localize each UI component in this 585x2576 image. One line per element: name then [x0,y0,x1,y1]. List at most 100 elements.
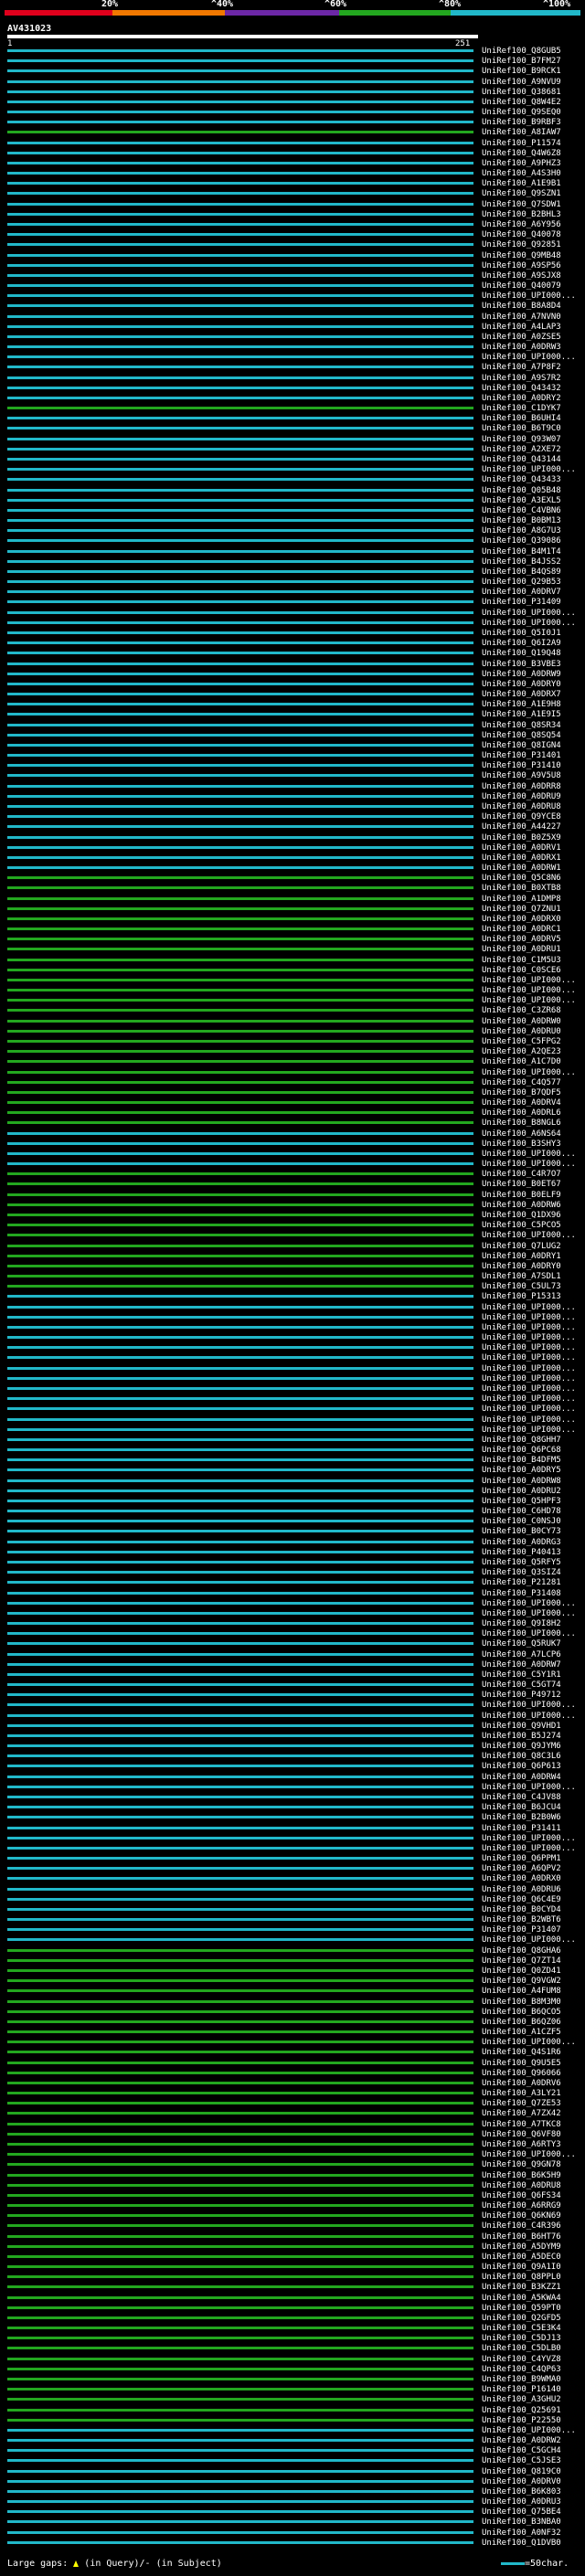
hit-label[interactable]: UniRef100_UPI000... [482,1629,576,1638]
hit-label[interactable]: UniRef100_Q8C3L6 [482,1752,561,1761]
hit-bar[interactable] [7,550,473,553]
hit-label[interactable]: UniRef100_A0DRW8 [482,1477,561,1486]
hit-bar[interactable] [7,1111,473,1114]
hit-label[interactable]: UniRef100_A9NVU9 [482,78,561,87]
hit-label[interactable]: UniRef100_C5GT74 [482,1680,561,1690]
hit-label[interactable]: UniRef100_B0CY73 [482,1527,561,1536]
hit-bar[interactable] [7,1275,473,1277]
hit-label[interactable]: UniRef100_B8A8D4 [482,302,561,311]
hit-label[interactable]: UniRef100_Q40078 [482,230,561,239]
hit-label[interactable]: UniRef100_A0DRW1 [482,864,561,873]
hit-bar[interactable] [7,1693,473,1696]
hit-label[interactable]: UniRef100_A0DRY2 [482,394,561,403]
hit-bar[interactable] [7,1255,473,1257]
hit-bar[interactable] [7,213,473,216]
hit-bar[interactable] [7,1989,473,1992]
hit-bar[interactable] [7,59,473,62]
hit-bar[interactable] [7,111,473,113]
hit-label[interactable]: UniRef100_A0DRW4 [482,1773,561,1782]
hit-bar[interactable] [7,2194,473,2197]
hit-bar[interactable] [7,2419,473,2422]
hit-bar[interactable] [7,754,473,757]
hit-bar[interactable] [7,1724,473,1727]
hit-bar[interactable] [7,917,473,920]
hit-label[interactable]: UniRef100_C5E3K4 [482,2324,561,2333]
hit-bar[interactable] [7,2030,473,2033]
hit-bar[interactable] [7,407,473,409]
hit-bar[interactable] [7,121,473,123]
hit-bar[interactable] [7,2123,473,2125]
hit-bar[interactable] [7,1448,473,1451]
hit-bar[interactable] [7,1285,473,1288]
hit-bar[interactable] [7,1888,473,1891]
hit-bar[interactable] [7,2531,473,2534]
hit-bar[interactable] [7,387,473,389]
hit-label[interactable]: UniRef100_Q6FS34 [482,2191,561,2200]
hit-label[interactable]: UniRef100_P31401 [482,751,561,760]
hit-bar[interactable] [7,1091,473,1094]
hit-bar[interactable] [7,1336,473,1339]
hit-bar[interactable] [7,2541,473,2544]
hit-label[interactable]: UniRef100_Q9U5E5 [482,2059,561,2068]
hit-label[interactable]: UniRef100_P31411 [482,1824,561,1833]
hit-bar[interactable] [7,468,473,471]
hit-label[interactable]: UniRef100_B2BHL3 [482,210,561,219]
hit-label[interactable]: UniRef100_UPI000... [482,1343,576,1352]
hit-label[interactable]: UniRef100_C5GCH4 [482,2446,561,2455]
hit-bar[interactable] [7,2000,473,2003]
hit-bar[interactable] [7,1214,473,1216]
hit-bar[interactable] [7,1316,473,1319]
hit-bar[interactable] [7,2102,473,2104]
hit-label[interactable]: UniRef100_Q8W4E2 [482,98,561,107]
hit-bar[interactable] [7,1765,473,1767]
hit-bar[interactable] [7,1295,473,1298]
hit-bar[interactable] [7,836,473,839]
hit-label[interactable]: UniRef100_Q38681 [482,88,561,97]
hit-label[interactable]: UniRef100_A9SJX8 [482,271,561,281]
hit-bar[interactable] [7,1898,473,1901]
hit-bar[interactable] [7,80,473,83]
hit-label[interactable]: UniRef100_B4QS89 [482,567,561,577]
hit-label[interactable]: UniRef100_UPI000... [482,1374,576,1383]
hit-label[interactable]: UniRef100_A6QPV2 [482,1864,561,1873]
hit-label[interactable]: UniRef100_B3SHY3 [482,1140,561,1149]
hit-label[interactable]: UniRef100_A0DRW3 [482,343,561,352]
hit-bar[interactable] [7,979,473,981]
hit-label[interactable]: UniRef100_C3ZR68 [482,1006,561,1015]
hit-bar[interactable] [7,1541,473,1543]
hit-label[interactable]: UniRef100_B0CYD4 [482,1905,561,1914]
hit-bar[interactable] [7,2480,473,2483]
hit-bar[interactable] [7,539,473,542]
hit-label[interactable]: UniRef100_A1CZF5 [482,2028,561,2037]
hit-label[interactable]: UniRef100_Q5HPF3 [482,1497,561,1506]
hit-bar[interactable] [7,1622,473,1625]
hit-label[interactable]: UniRef100_A0DRU1 [482,945,561,954]
hit-bar[interactable] [7,1468,473,1471]
hit-bar[interactable] [7,1734,473,1737]
hit-bar[interactable] [7,2051,473,2053]
hit-bar[interactable] [7,529,473,532]
hit-bar[interactable] [7,1520,473,1522]
hit-label[interactable]: UniRef100_Q8SR34 [482,721,561,730]
hit-label[interactable]: UniRef100_UPI000... [482,465,576,474]
hit-label[interactable]: UniRef100_A0DRW6 [482,1201,561,1210]
hit-label[interactable]: UniRef100_C1M5U3 [482,956,561,965]
hit-bar[interactable] [7,2082,473,2084]
hit-bar[interactable] [7,1009,473,1012]
hit-label[interactable]: UniRef100_C4YVZ8 [482,2355,561,2364]
hit-label[interactable]: UniRef100_A9S7R2 [482,374,561,383]
hit-bar[interactable] [7,2010,473,2013]
hit-label[interactable]: UniRef100_UPI000... [482,353,576,362]
hit-label[interactable]: UniRef100_B4JSS2 [482,557,561,567]
hit-bar[interactable] [7,1744,473,1747]
hit-label[interactable]: UniRef100_P22550 [482,2416,561,2425]
hit-label[interactable]: UniRef100_A9PHZ3 [482,159,561,168]
hit-label[interactable]: UniRef100_Q6PC68 [482,1446,561,1455]
hit-label[interactable]: UniRef100_Q7ZE53 [482,2099,561,2108]
hit-label[interactable]: UniRef100_B0Z5X9 [482,833,561,843]
hit-bar[interactable] [7,2020,473,2023]
hit-bar[interactable] [7,1949,473,1952]
hit-bar[interactable] [7,1561,473,1564]
hit-bar[interactable] [7,673,473,675]
hit-bar[interactable] [7,1387,473,1390]
